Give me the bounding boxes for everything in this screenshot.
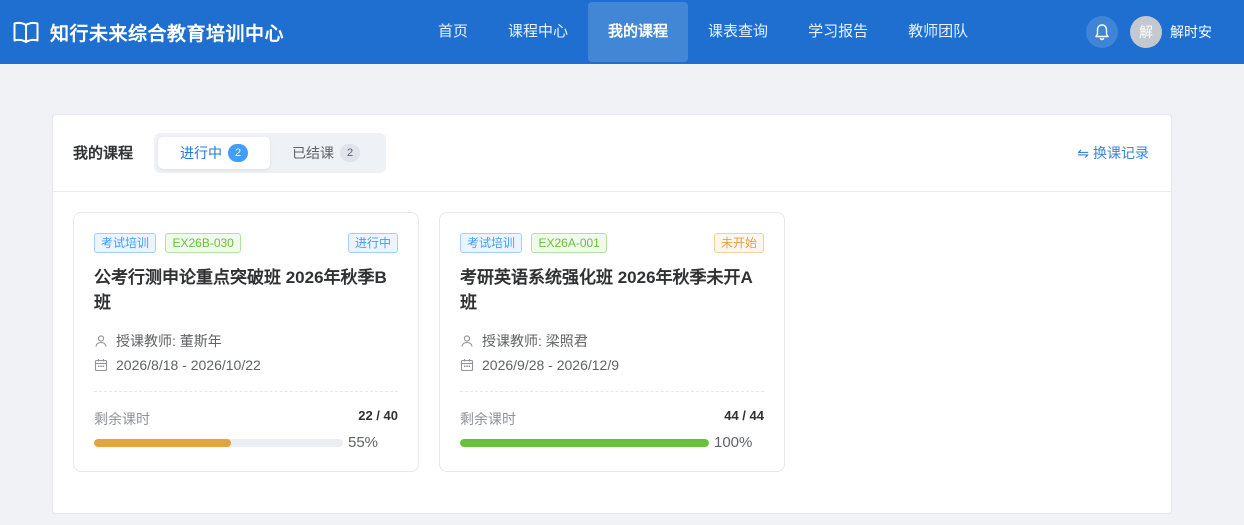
- tab-finished[interactable]: 已结课 2: [270, 137, 382, 169]
- nav-item-schedule[interactable]: 课表查询: [688, 2, 788, 62]
- panel-header: 我的课程 进行中 2 已结课 2 ⇋ 换课记录: [53, 115, 1171, 192]
- course-code-tag: EX26A-001: [531, 233, 607, 253]
- open-book-icon: [13, 21, 39, 43]
- status-badge: 进行中: [347, 233, 398, 253]
- divider: [94, 391, 398, 392]
- remaining-hours-label: 剩余课时: [94, 411, 150, 427]
- teacher-name: 董斯年: [179, 333, 222, 349]
- tab-label: 已结课: [292, 145, 334, 161]
- tab-in-progress[interactable]: 进行中 2: [158, 137, 270, 169]
- user-icon: [95, 335, 107, 347]
- calendar-icon: [460, 359, 474, 372]
- remaining-hours-value: 22 / 40: [358, 408, 398, 423]
- brand-title: 知行未来综合教育培训中心: [50, 23, 285, 45]
- tab-count-badge: 2: [340, 144, 360, 162]
- course-title: 公考行测申论重点突破班 2026年秋季B班: [94, 268, 387, 312]
- user-menu[interactable]: 解 解时安: [1130, 16, 1212, 48]
- date-range: 2026/9/28 - 2026/12/9: [482, 357, 620, 373]
- teacher-row: 授课教师: 董斯年: [94, 331, 222, 351]
- category-tag: 考试培训: [94, 233, 157, 253]
- nav-item-study-report[interactable]: 学习报告: [788, 2, 888, 62]
- progress-bar-fill: [460, 439, 709, 447]
- my-courses-panel: 我的课程 进行中 2 已结课 2 ⇋ 换课记录 考试培训 EX26B-030 进行…: [52, 114, 1172, 514]
- course-card[interactable]: 考试培训 EX26B-030 进行中 公考行测申论重点突破班 2026年秋季B班…: [73, 212, 419, 472]
- user-icon: [461, 335, 473, 347]
- teacher-row: 授课教师: 梁照君: [460, 331, 588, 351]
- teacher-label: 授课教师:: [482, 333, 542, 349]
- top-bar: 知行未来综合教育培训中心 首页 课程中心 我的课程 课表查询 学习报告 教师团队…: [0, 0, 1244, 64]
- remaining-hours-label: 剩余课时: [460, 411, 516, 427]
- divider: [460, 391, 764, 392]
- swap-icon: ⇋: [1077, 145, 1089, 161]
- status-badge: 未开始: [713, 233, 764, 253]
- panel-title: 我的课程: [73, 145, 134, 162]
- main-nav: 首页 课程中心 我的课程 课表查询 学习报告 教师团队: [418, 2, 988, 62]
- course-title: 考研英语系统强化班 2026年秋季未开A班: [460, 268, 753, 312]
- date-range: 2026/8/18 - 2026/10/22: [116, 357, 261, 373]
- teacher-name: 梁照君: [545, 333, 588, 349]
- category-tag: 考试培训: [460, 233, 523, 253]
- bell-icon: [1095, 24, 1109, 41]
- course-code-tag: EX26B-030: [165, 233, 241, 253]
- course-tags: 考试培训 EX26A-001 未开始: [460, 233, 764, 253]
- progress-bar-fill: [94, 439, 231, 447]
- date-row: 2026/8/18 - 2026/10/22: [94, 357, 261, 373]
- tab-count-badge: 2: [228, 144, 248, 162]
- avatar: 解: [1130, 16, 1162, 48]
- tab-label: 进行中: [180, 145, 222, 161]
- notification-button[interactable]: [1086, 16, 1118, 48]
- progress-percent: 100%: [714, 434, 753, 451]
- nav-item-teachers[interactable]: 教师团队: [888, 2, 988, 62]
- teacher-label: 授课教师:: [116, 333, 176, 349]
- nav-item-my-courses[interactable]: 我的课程: [588, 2, 689, 62]
- progress-bar: [94, 439, 343, 447]
- course-card[interactable]: 考试培训 EX26A-001 未开始 考研英语系统强化班 2026年秋季未开A班…: [439, 212, 785, 472]
- nav-item-course-center[interactable]: 课程中心: [488, 2, 588, 62]
- remaining-hours-value: 44 / 44: [724, 408, 764, 423]
- change-history-label: 换课记录: [1093, 145, 1149, 161]
- change-history-link[interactable]: ⇋ 换课记录: [1077, 115, 1149, 192]
- progress-bar: [460, 439, 709, 447]
- user-name: 解时安: [1170, 24, 1212, 40]
- nav-item-home[interactable]: 首页: [418, 2, 488, 62]
- status-tabs: 进行中 2 已结课 2: [154, 133, 386, 173]
- progress-percent: 55%: [348, 434, 379, 451]
- course-tags: 考试培训 EX26B-030 进行中: [94, 233, 398, 253]
- date-row: 2026/9/28 - 2026/12/9: [460, 357, 619, 373]
- calendar-icon: [94, 359, 108, 372]
- brand[interactable]: 知行未来综合教育培训中心: [13, 0, 284, 64]
